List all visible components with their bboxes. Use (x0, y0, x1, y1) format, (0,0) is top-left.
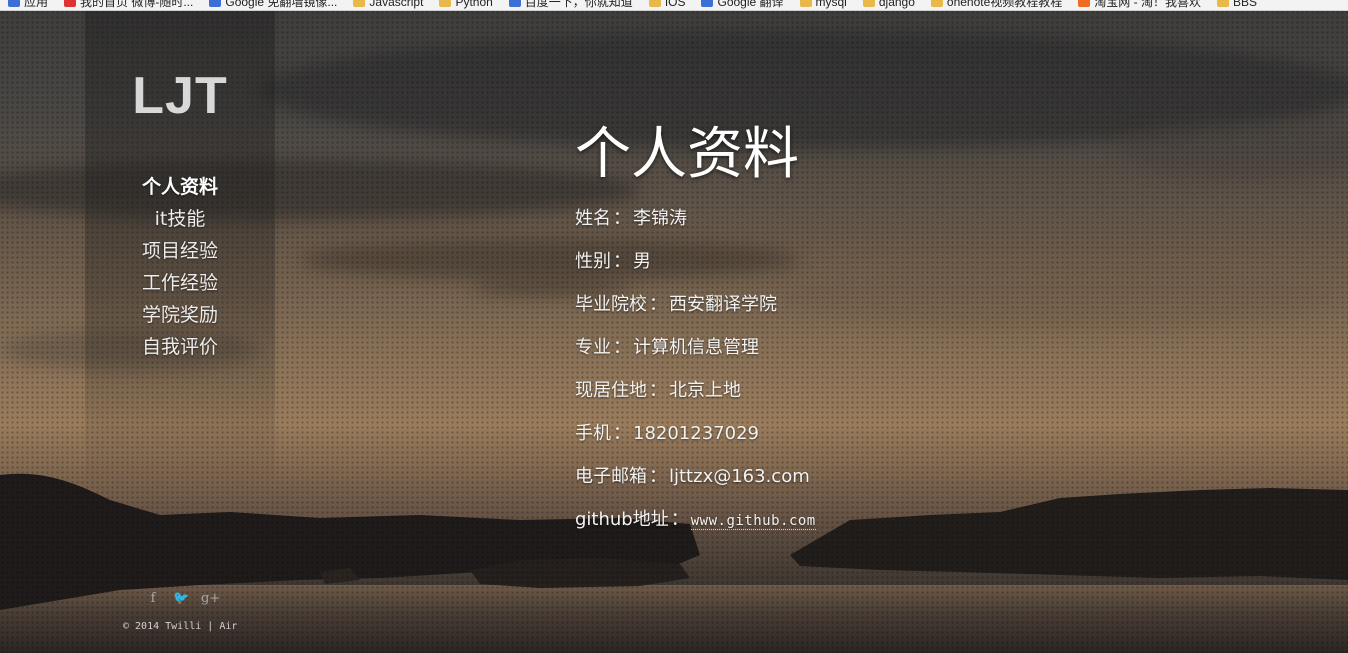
profile-field-row: 电子邮箱： ljttzx@163.com (575, 467, 816, 510)
page-background: 应用 我的首页 微博-随时... Google 免翻墙镜像... Javascript… (0, 0, 1348, 653)
field-label: github地址 (575, 509, 669, 530)
folder-icon (1216, 0, 1229, 7)
profile-field-row: 手机： 18201237029 (575, 424, 816, 467)
bookmark-label: Javascript (369, 0, 424, 9)
bookmark-label: IOS (664, 0, 686, 9)
translate-icon (701, 0, 714, 7)
bookmark-label: BBS (1232, 0, 1257, 9)
field-label: 手机 (575, 423, 611, 444)
field-separator: ： (649, 380, 667, 401)
bookmark-label: Google 翻译 (717, 0, 784, 9)
bookmark-item[interactable]: 淘宝网 - 淘！我喜欢 (1078, 0, 1201, 10)
nav-item[interactable]: 个人资料 (85, 171, 275, 203)
field-label: 电子邮箱 (575, 466, 647, 487)
field-separator: ： (613, 251, 631, 272)
taobao-icon (1078, 0, 1091, 7)
nav-item[interactable]: 项目经验 (85, 235, 275, 267)
profile-fields: 姓名：李锦涛 性别：男毕业院校：西安翻译学院 专业：计算机信息管理 现居住地：北京上地… (575, 209, 816, 510)
nav-item[interactable]: 学院奖励 (85, 299, 275, 331)
folder-icon (862, 0, 875, 7)
bookmark-label: 百度一下，你就知道 (524, 0, 633, 9)
profile-field-row: 专业：计算机信息管理 (575, 338, 816, 381)
profile-field-row: 性别：男 (575, 252, 816, 295)
profile-field-row: 毕业院校：西安翻译学院 (575, 295, 816, 338)
field-separator: ： (613, 423, 631, 444)
field-label: 专业 (575, 337, 611, 358)
bookmark-item[interactable]: onenote视频教程教程 (930, 0, 1063, 10)
folder-icon (353, 0, 366, 7)
github-link[interactable]: www.github.com (690, 513, 816, 530)
field-value: 计算机信息管理 (633, 337, 759, 358)
field-separator: ： (613, 208, 631, 229)
cloud-band (1120, 120, 1348, 180)
bookmark-label: 淘宝网 - 淘！我喜欢 (1094, 0, 1201, 9)
bookmark-item[interactable]: 应用 (8, 0, 48, 10)
field-value: 18201237029 (633, 423, 759, 444)
folder-icon (648, 0, 661, 7)
profile-field-row: 现居住地：北京上地 (575, 381, 816, 424)
sidebar-nav: 个人资料 it技能 项目经验 工作经验 学院奖励 自我评价 (85, 171, 275, 363)
field-label: 性别 (575, 251, 611, 272)
google-plus-icon[interactable]: g+ (201, 591, 220, 606)
field-value: 男 (633, 251, 651, 272)
field-value: 李锦涛 (633, 208, 687, 229)
nav-item[interactable]: 自我评价 (85, 331, 275, 363)
baidu-icon (508, 0, 521, 7)
field-separator: ： (613, 337, 631, 358)
bookmark-item[interactable]: Python (439, 0, 493, 9)
field-separator: ： (649, 466, 667, 487)
bookmark-label: 应用 (24, 0, 49, 9)
page-title: 个人资料 (575, 122, 799, 187)
bookmark-item[interactable]: 百度一下，你就知道 (508, 0, 633, 10)
profile-field-row: 姓名：李锦涛 (575, 209, 816, 252)
bookmark-item[interactable]: BBS (1216, 0, 1257, 9)
github-row: github地址： www.github.com (575, 510, 816, 553)
folder-icon (799, 0, 812, 7)
bookmark-item[interactable]: mysql (799, 0, 847, 9)
nav-item[interactable]: 工作经验 (85, 267, 275, 299)
folder-icon (930, 0, 943, 7)
field-label: 毕业院校 (575, 294, 647, 315)
bookmark-item[interactable]: 我的首页 微博-随时... (64, 0, 193, 10)
bookmark-label: mysql (815, 0, 847, 9)
bookmark-label: Google 免翻墙镜像... (225, 0, 338, 9)
facebook-icon[interactable]: f (145, 591, 161, 606)
bookmark-item[interactable]: Google 免翻墙镜像... (209, 0, 337, 10)
sidebar: LJT 个人资料 it技能 项目经验 工作经验 学院奖励 自我评价 f 🐦 g+ © 2014… (85, 11, 275, 653)
bookmark-item[interactable]: Javascript (353, 0, 423, 9)
apps-icon (8, 0, 20, 7)
nav-item[interactable]: it技能 (85, 203, 275, 235)
google-icon (209, 0, 222, 7)
field-separator: ： (649, 294, 667, 315)
bookmark-item[interactable]: Google 翻译 (701, 0, 784, 10)
bookmark-label: Python (455, 0, 493, 9)
field-value: ljttzx@163.com (669, 466, 810, 487)
profile-content: 个人资料 姓名：李锦涛 性别：男毕业院校：西安翻译学院 专业：计算机信息管理 现居住地… (575, 115, 816, 553)
bookmark-label: onenote视频教程教程 (946, 0, 1063, 9)
field-separator: ： (670, 509, 689, 530)
bookmark-item[interactable]: IOS (648, 0, 686, 9)
bookmark-item[interactable]: django (862, 0, 915, 9)
folder-icon (439, 0, 452, 7)
social-links: f 🐦 g+ (145, 591, 221, 606)
field-value: 北京上地 (669, 380, 741, 401)
field-label: 现居住地 (575, 380, 647, 401)
field-label: 姓名 (575, 208, 611, 229)
weibo-icon (64, 0, 77, 7)
bookmark-label: 我的首页 微博-随时... (80, 0, 194, 9)
copyright-text: © 2014 Twilli | Air (123, 621, 238, 632)
twitter-icon[interactable]: 🐦 (173, 591, 189, 606)
bookmarks-bar: 应用 我的首页 微博-随时... Google 免翻墙镜像... Javascript… (0, 0, 1348, 11)
bookmark-label: django (878, 0, 915, 9)
cloud-band (780, 260, 1340, 330)
field-value: 西安翻译学院 (669, 294, 777, 315)
site-logo[interactable]: LJT (85, 66, 275, 126)
